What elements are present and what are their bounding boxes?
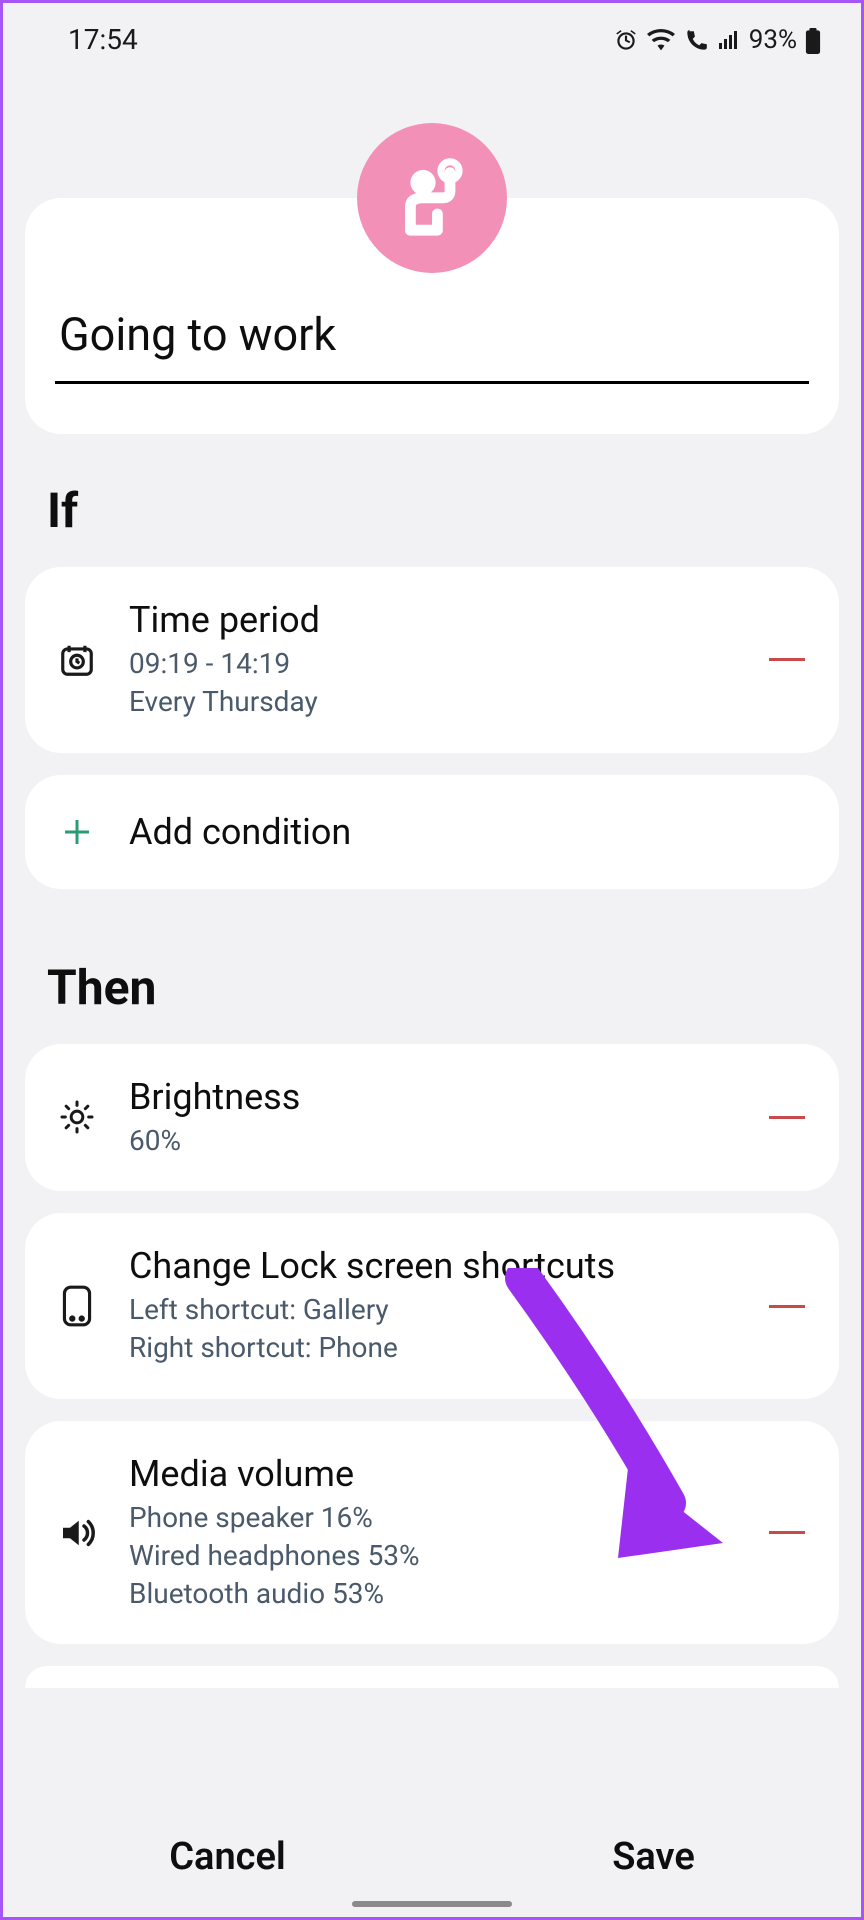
phone-device-icon: [55, 1284, 99, 1328]
media-volume-speaker: Phone speaker 16%: [129, 1499, 735, 1537]
routine-name-input[interactable]: [55, 300, 809, 384]
status-time: 17:54: [68, 23, 138, 56]
then-section-header: Then: [3, 911, 861, 1044]
if-section-header: If: [3, 434, 861, 567]
time-period-recurrence: Every Thursday: [129, 683, 735, 721]
calendar-clock-icon: [55, 641, 99, 679]
lock-screen-title: Change Lock screen shortcuts: [129, 1245, 735, 1287]
lock-screen-right: Right shortcut: Phone: [129, 1329, 735, 1367]
lock-screen-shortcuts-card[interactable]: Change Lock screen shortcuts Left shortc…: [25, 1213, 839, 1399]
add-condition-label: Add condition: [129, 811, 351, 853]
brightness-title: Brightness: [129, 1076, 735, 1118]
media-volume-card[interactable]: Media volume Phone speaker 16% Wired hea…: [25, 1421, 839, 1644]
next-card-peek: [25, 1666, 839, 1688]
brightness-value: 60%: [129, 1122, 735, 1160]
media-volume-bluetooth: Bluetooth audio 53%: [129, 1575, 735, 1613]
routine-avatar[interactable]: [357, 123, 507, 273]
minus-icon: [769, 1531, 805, 1534]
status-icons: 93%: [613, 25, 821, 55]
minus-icon: [769, 1305, 805, 1308]
battery-icon: [805, 25, 821, 55]
brightness-icon: [55, 1097, 99, 1137]
call-icon: [683, 25, 709, 55]
alarm-icon: [613, 25, 639, 55]
cancel-button[interactable]: Cancel: [169, 1835, 286, 1879]
media-volume-wired: Wired headphones 53%: [129, 1537, 735, 1575]
remove-time-period-button[interactable]: [765, 638, 809, 682]
remove-lock-screen-button[interactable]: [765, 1284, 809, 1328]
lock-screen-left: Left shortcut: Gallery: [129, 1291, 735, 1329]
minus-icon: [769, 658, 805, 661]
minus-icon: [769, 1116, 805, 1119]
routine-avatar-container: [3, 68, 861, 273]
status-bar: 17:54 93%: [3, 3, 861, 68]
navigation-handle[interactable]: [352, 1901, 512, 1907]
time-period-title: Time period: [129, 599, 735, 641]
speaker-icon: [55, 1512, 99, 1554]
remove-brightness-button[interactable]: [765, 1095, 809, 1139]
wifi-icon: [647, 25, 675, 55]
signal-icon: [717, 25, 741, 55]
remove-media-volume-button[interactable]: [765, 1511, 809, 1555]
battery-percent: 93%: [749, 25, 797, 55]
time-period-card[interactable]: Time period 09:19 - 14:19 Every Thursday: [25, 567, 839, 753]
commute-icon: [387, 151, 477, 245]
add-condition-button[interactable]: Add condition: [25, 775, 839, 889]
brightness-card[interactable]: Brightness 60%: [25, 1044, 839, 1192]
plus-icon: [55, 814, 99, 850]
save-button[interactable]: Save: [612, 1835, 695, 1879]
time-period-range: 09:19 - 14:19: [129, 645, 735, 683]
media-volume-title: Media volume: [129, 1453, 735, 1495]
